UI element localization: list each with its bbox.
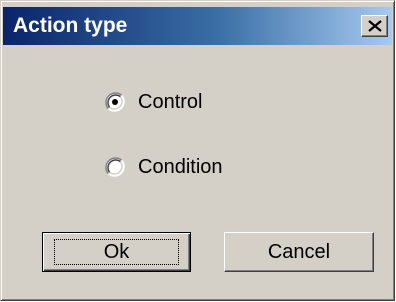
radio-condition[interactable]: Condition	[105, 154, 223, 180]
title-bar[interactable]: Action type	[3, 7, 392, 45]
close-x-icon	[368, 20, 382, 32]
ok-button[interactable]: Ok	[42, 232, 191, 272]
radio-control[interactable]: Control	[105, 89, 202, 115]
radio-selected-icon	[105, 92, 125, 112]
cancel-button[interactable]: Cancel	[224, 232, 374, 272]
action-type-dialog: Action type Control Condition Ok Cancel	[0, 0, 395, 301]
radio-condition-label: Condition	[138, 156, 223, 178]
radio-unselected-icon	[105, 157, 125, 177]
radio-condition-button[interactable]	[105, 157, 125, 177]
close-button[interactable]	[361, 15, 388, 37]
cancel-button-label: Cancel	[267, 241, 331, 263]
radio-control-button[interactable]	[105, 92, 125, 112]
dialog-title: Action type	[13, 14, 128, 37]
radio-control-label: Control	[138, 91, 203, 113]
ok-button-label: Ok	[103, 241, 130, 263]
